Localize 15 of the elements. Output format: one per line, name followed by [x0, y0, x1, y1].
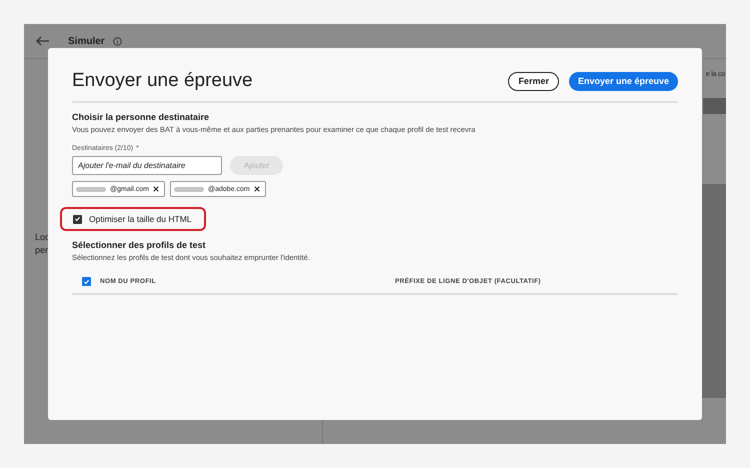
panel-text: per — [35, 244, 48, 257]
send-proof-button[interactable]: Envoyer une épreuve — [568, 72, 678, 90]
section-heading: Sélectionner des profils de test — [72, 240, 207, 250]
info-icon[interactable] — [112, 36, 122, 46]
page-title: Simuler — [68, 36, 105, 46]
toolbar-strip — [703, 98, 726, 114]
close-icon[interactable] — [153, 186, 160, 192]
dialog-title: Envoyer une épreuve — [72, 70, 253, 92]
section-heading: Choisir la personne destinataire — [72, 112, 210, 122]
back-arrow-icon[interactable] — [36, 36, 50, 46]
select-all-checkbox[interactable] — [82, 277, 91, 286]
checkbox-label: Optimiser la taille du HTML — [89, 214, 192, 224]
close-button[interactable]: Fermer — [508, 72, 559, 90]
close-icon[interactable] — [254, 186, 260, 192]
checkbox[interactable] — [73, 214, 82, 224]
